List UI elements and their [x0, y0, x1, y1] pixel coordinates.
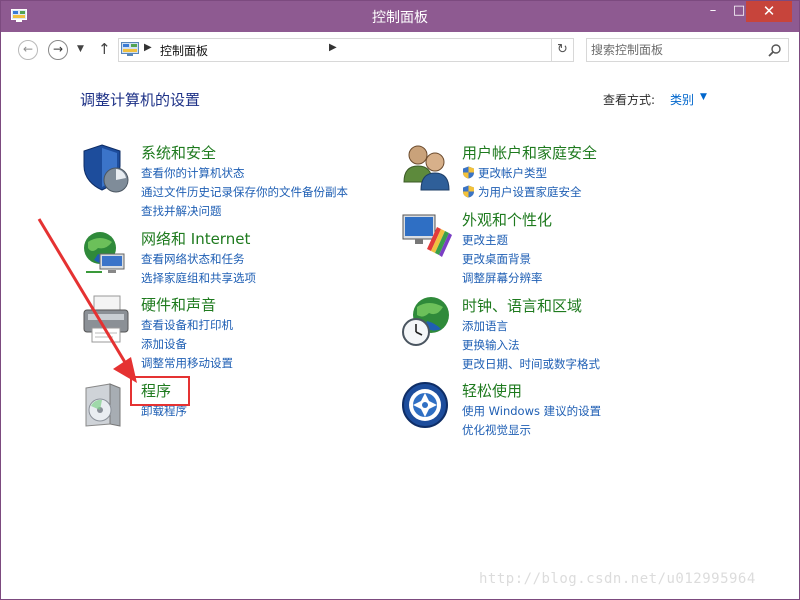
address-bar[interactable]: ▶ 控制面板 ▶ ▼ — [118, 38, 643, 62]
category-title[interactable]: 轻松使用 — [462, 380, 522, 401]
control-panel-location-icon — [121, 42, 139, 56]
category-link[interactable]: 为用户设置家庭安全 — [462, 183, 582, 202]
search-box[interactable] — [586, 38, 789, 62]
category-link[interactable]: 使用 Windows 建议的设置 — [462, 402, 601, 421]
view-by-label: 查看方式: — [603, 93, 656, 107]
category-link-label[interactable]: 为用户设置家庭安全 — [478, 185, 582, 199]
title-bar[interactable]: 控制面板 – □ ✕ — [1, 1, 799, 32]
control-panel-window: 控制面板 – □ ✕ ← → ▼ ↑ ▶ 控制面板 ▶ ▼ ↻ — [0, 0, 800, 600]
breadcrumb-separator-icon[interactable]: ▶ — [144, 42, 152, 53]
category-link[interactable]: 调整屏幕分辨率 — [462, 269, 543, 288]
up-button[interactable]: ↑ — [98, 40, 111, 58]
uac-shield-icon — [463, 185, 474, 198]
window-title: 控制面板 — [372, 10, 428, 26]
clock-globe-icon[interactable] — [401, 295, 453, 347]
category-title[interactable]: 硬件和声音 — [141, 294, 216, 315]
category-title[interactable]: 网络和 Internet — [141, 228, 250, 249]
breadcrumb-separator-icon[interactable]: ▶ — [329, 42, 337, 53]
page-title: 调整计算机的设置 — [80, 91, 201, 109]
view-by-dropdown[interactable]: 类别 — [670, 91, 694, 108]
chevron-down-icon[interactable]: ▼ — [700, 92, 707, 102]
network-globe-icon[interactable] — [80, 228, 132, 280]
search-icon[interactable] — [768, 43, 782, 57]
search-input[interactable] — [591, 41, 761, 59]
category-link[interactable]: 添加语言 — [462, 317, 600, 336]
category-title[interactable]: 时钟、语言和区域 — [462, 295, 582, 316]
users-icon[interactable] — [401, 142, 453, 194]
minimize-button[interactable]: – — [700, 1, 726, 22]
category-link[interactable]: 更改桌面背景 — [462, 250, 543, 269]
category-title[interactable]: 外观和个性化 — [462, 209, 552, 230]
ease-of-access-icon[interactable] — [401, 380, 453, 432]
back-button[interactable]: ← — [18, 40, 38, 60]
recent-locations-button[interactable]: ▼ — [77, 44, 84, 54]
programs-icon[interactable] — [80, 380, 132, 432]
category-link[interactable]: 更改日期、时间或数字格式 — [462, 355, 600, 374]
category-link[interactable]: 更换输入法 — [462, 336, 600, 355]
category-link[interactable]: 更改主题 — [462, 231, 543, 250]
shield-icon[interactable] — [80, 142, 132, 194]
navigation-bar: ← → ▼ ↑ ▶ 控制面板 ▶ ▼ ↻ — [9, 32, 793, 66]
close-button[interactable]: ✕ — [746, 1, 792, 22]
category-title[interactable]: 系统和安全 — [141, 142, 216, 163]
category-link[interactable]: 查找并解决问题 — [141, 202, 348, 221]
category-link[interactable]: 选择家庭组和共享选项 — [141, 269, 256, 288]
category-link[interactable]: 查看网络状态和任务 — [141, 250, 256, 269]
category-link[interactable]: 查看你的计算机状态 — [141, 164, 348, 183]
category-link[interactable]: 通过文件历史记录保存你的文件备份副本 — [141, 183, 348, 202]
breadcrumb-control-panel[interactable]: 控制面板 — [160, 42, 208, 59]
monitor-palette-icon[interactable] — [401, 209, 453, 261]
forward-button[interactable]: → — [48, 40, 68, 60]
category-link[interactable]: 调整常用移动设置 — [141, 354, 233, 373]
category-link-label[interactable]: 更改帐户类型 — [478, 166, 547, 180]
watermark-text: http://blog.csdn.net/u012995964 — [479, 571, 756, 587]
category-link[interactable]: 添加设备 — [141, 335, 233, 354]
printer-icon[interactable] — [80, 294, 132, 346]
category-title[interactable]: 用户帐户和家庭安全 — [462, 142, 597, 163]
content-area: 调整计算机的设置 查看方式: 类别 ▼ 系统和安全 查看你的计算机状态 通过文件… — [1, 66, 799, 599]
refresh-button[interactable]: ↻ — [552, 38, 574, 62]
category-link[interactable]: 优化视觉显示 — [462, 421, 601, 440]
annotation-highlight-box — [130, 376, 190, 406]
category-link[interactable]: 查看设备和打印机 — [141, 316, 233, 335]
uac-shield-icon — [463, 166, 474, 179]
category-link[interactable]: 更改帐户类型 — [462, 164, 582, 183]
